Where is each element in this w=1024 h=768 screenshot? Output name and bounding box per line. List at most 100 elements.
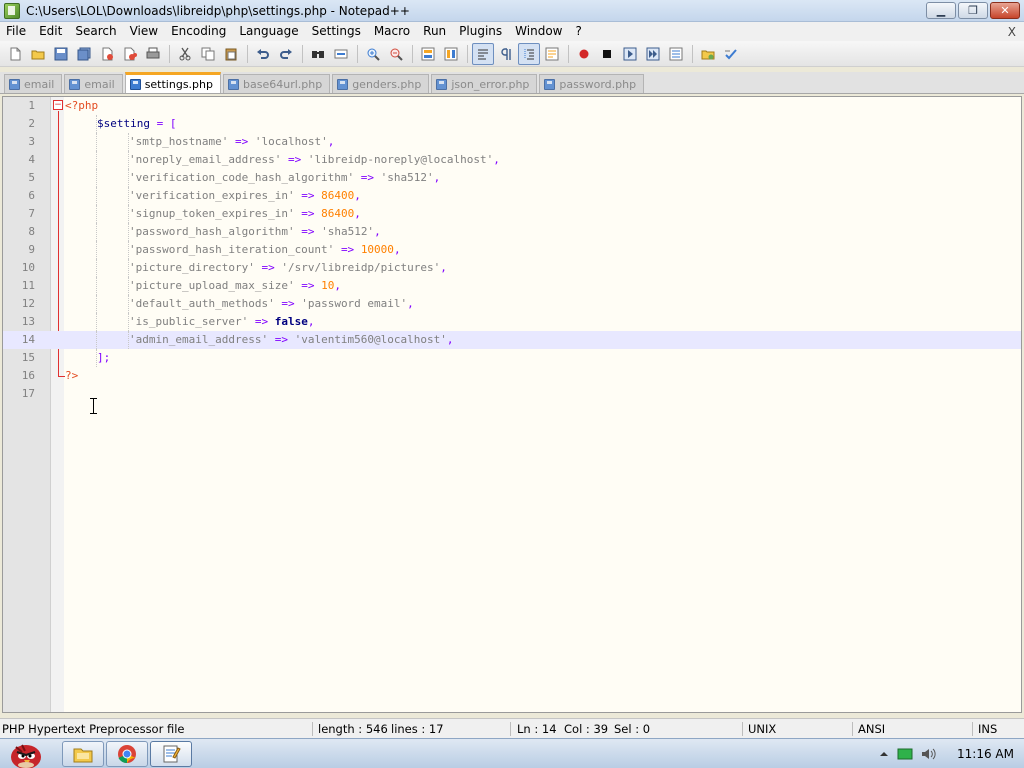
network-icon[interactable] [897, 747, 913, 761]
save-button[interactable] [50, 43, 72, 65]
code-line[interactable]: 13 'is_public_server' => false, [3, 313, 1021, 331]
menu-search[interactable]: Search [69, 22, 123, 41]
text-cursor-icon [90, 398, 97, 414]
tab-settings-php[interactable]: settings.php [124, 72, 221, 93]
menu-view[interactable]: View [124, 22, 165, 41]
taskbar-clock[interactable]: 11:16 AM [957, 747, 1014, 761]
stop-macro-button[interactable] [596, 43, 618, 65]
code-line[interactable]: 3 'smtp_hostname' => 'localhost', [3, 133, 1021, 151]
code-line[interactable]: 9 'password_hash_iteration_count' => 1000… [3, 241, 1021, 259]
sync-vertical-icon [421, 47, 435, 60]
menu-help[interactable]: ? [569, 22, 588, 41]
status-insert-mode: INS [978, 722, 998, 736]
save-macro-button[interactable] [665, 43, 687, 65]
redo-button[interactable] [275, 43, 297, 65]
new-file-button[interactable] [4, 43, 26, 65]
code-editor[interactable]: − 1 <?php 2 $setting = [3'smtp_hostname' =>… [2, 96, 1022, 713]
close-document-button[interactable]: X [1008, 25, 1024, 39]
menu-window[interactable]: Window [509, 22, 569, 41]
folder-button[interactable] [697, 43, 719, 65]
code-line[interactable]: 17 [3, 385, 1021, 403]
show-hidden-icons-icon[interactable] [879, 749, 889, 759]
notepad-plus-plus-icon [163, 745, 181, 763]
menu-file[interactable]: File [0, 22, 33, 41]
code-token: => [261, 261, 275, 274]
indent-guide-button[interactable] [518, 42, 540, 65]
taskbar-explorer-button[interactable] [62, 741, 104, 767]
code-line[interactable]: 12 'default_auth_methods' => 'password em… [3, 295, 1021, 313]
indent-guide [96, 151, 97, 169]
code-line[interactable]: 4 'noreply_email_address' => 'libreidp-no… [3, 151, 1021, 169]
undo-button[interactable] [252, 43, 274, 65]
volume-icon[interactable] [921, 747, 937, 761]
taskbar-chrome-button[interactable] [106, 741, 148, 767]
open-file-button[interactable] [27, 43, 49, 65]
zoom-in-button[interactable] [362, 43, 384, 65]
close-button[interactable]: ✕ [990, 2, 1020, 19]
cut-button[interactable] [174, 43, 196, 65]
code-line[interactable]: 2 $setting = [ [3, 115, 1021, 133]
tab-label: settings.php [144, 77, 213, 91]
line-number: 13 [21, 315, 35, 328]
code-line[interactable]: 7 'signup_token_expires_in' => 86400, [3, 205, 1021, 223]
menu-encoding[interactable]: Encoding [165, 22, 233, 41]
code-line[interactable]: 6 'verification_expires_in' => 86400, [3, 187, 1021, 205]
status-separator [312, 722, 313, 736]
menu-language[interactable]: Language [233, 22, 305, 41]
tab-base64url-php[interactable]: base64url.php [223, 74, 331, 93]
taskbar-notepadpp-button[interactable] [150, 741, 192, 767]
zoom-out-button[interactable] [385, 43, 407, 65]
code-line[interactable]: 14 'admin_email_address' => 'valentim560@… [3, 331, 1021, 349]
close-file-button[interactable] [96, 43, 118, 65]
code-token: 'valentim560@localhost' [294, 333, 447, 346]
function-list-button[interactable] [541, 43, 563, 65]
tab-password-php[interactable]: password.php [539, 74, 645, 93]
tab-email-2[interactable]: email [64, 74, 123, 93]
run-macro-multiple-button[interactable] [642, 43, 664, 65]
copy-icon [201, 47, 215, 60]
find-button[interactable] [307, 43, 329, 65]
menu-plugins[interactable]: Plugins [453, 22, 509, 41]
code-line[interactable]: 11 'picture_upload_max_size' => 10, [3, 277, 1021, 295]
start-button-bird-icon[interactable] [2, 741, 50, 768]
menu-run[interactable]: Run [417, 22, 453, 41]
record-macro-button[interactable] [573, 43, 595, 65]
save-all-button[interactable] [73, 43, 95, 65]
line-number: 6 [28, 189, 35, 202]
code-token: => [281, 297, 295, 310]
toolbar-separator [302, 44, 303, 63]
line-number: 5 [28, 171, 35, 184]
code-line[interactable]: 1 <?php [3, 97, 1021, 115]
sync-vertical-button[interactable] [417, 43, 439, 65]
sync-horizontal-button[interactable] [440, 43, 462, 65]
close-all-button[interactable] [119, 43, 141, 65]
code-line[interactable]: 10 'picture_directory' => '/srv/libreidp/… [3, 259, 1021, 277]
maximize-button[interactable]: ❐ [958, 2, 988, 19]
play-macro-button[interactable] [619, 43, 641, 65]
paste-button[interactable] [220, 43, 242, 65]
word-wrap-button[interactable] [472, 42, 494, 65]
code-line[interactable]: 16 ?> [3, 367, 1021, 385]
tab-email[interactable]: email [4, 74, 63, 93]
code-line[interactable]: 8 'password_hash_algorithm' => 'sha512', [3, 223, 1021, 241]
tab-label: email [84, 77, 115, 91]
tab-json-error-php[interactable]: json_error.php [431, 74, 538, 93]
show-all-characters-button[interactable] [495, 43, 517, 65]
save-macro-icon [669, 47, 683, 60]
spellcheck-button[interactable] [720, 43, 742, 65]
menu-edit[interactable]: Edit [33, 22, 69, 41]
copy-button[interactable] [197, 43, 219, 65]
print-button[interactable] [142, 43, 164, 65]
minimize-button[interactable]: ▁ [926, 2, 956, 19]
code-token: => [360, 171, 375, 184]
code-lines[interactable]: 1 <?php 2 $setting = [3 'smtp_hostname' => '… [3, 97, 1021, 403]
replace-button[interactable] [330, 43, 352, 65]
code-line[interactable]: 5 'verification_code_hash_algorithm' => '… [3, 169, 1021, 187]
menu-macro[interactable]: Macro [368, 22, 417, 41]
code-line[interactable]: 15]; [3, 349, 1021, 367]
tab-genders-php[interactable]: genders.php [332, 74, 430, 93]
menu-settings[interactable]: Settings [306, 22, 368, 41]
indent-guide [96, 259, 97, 277]
